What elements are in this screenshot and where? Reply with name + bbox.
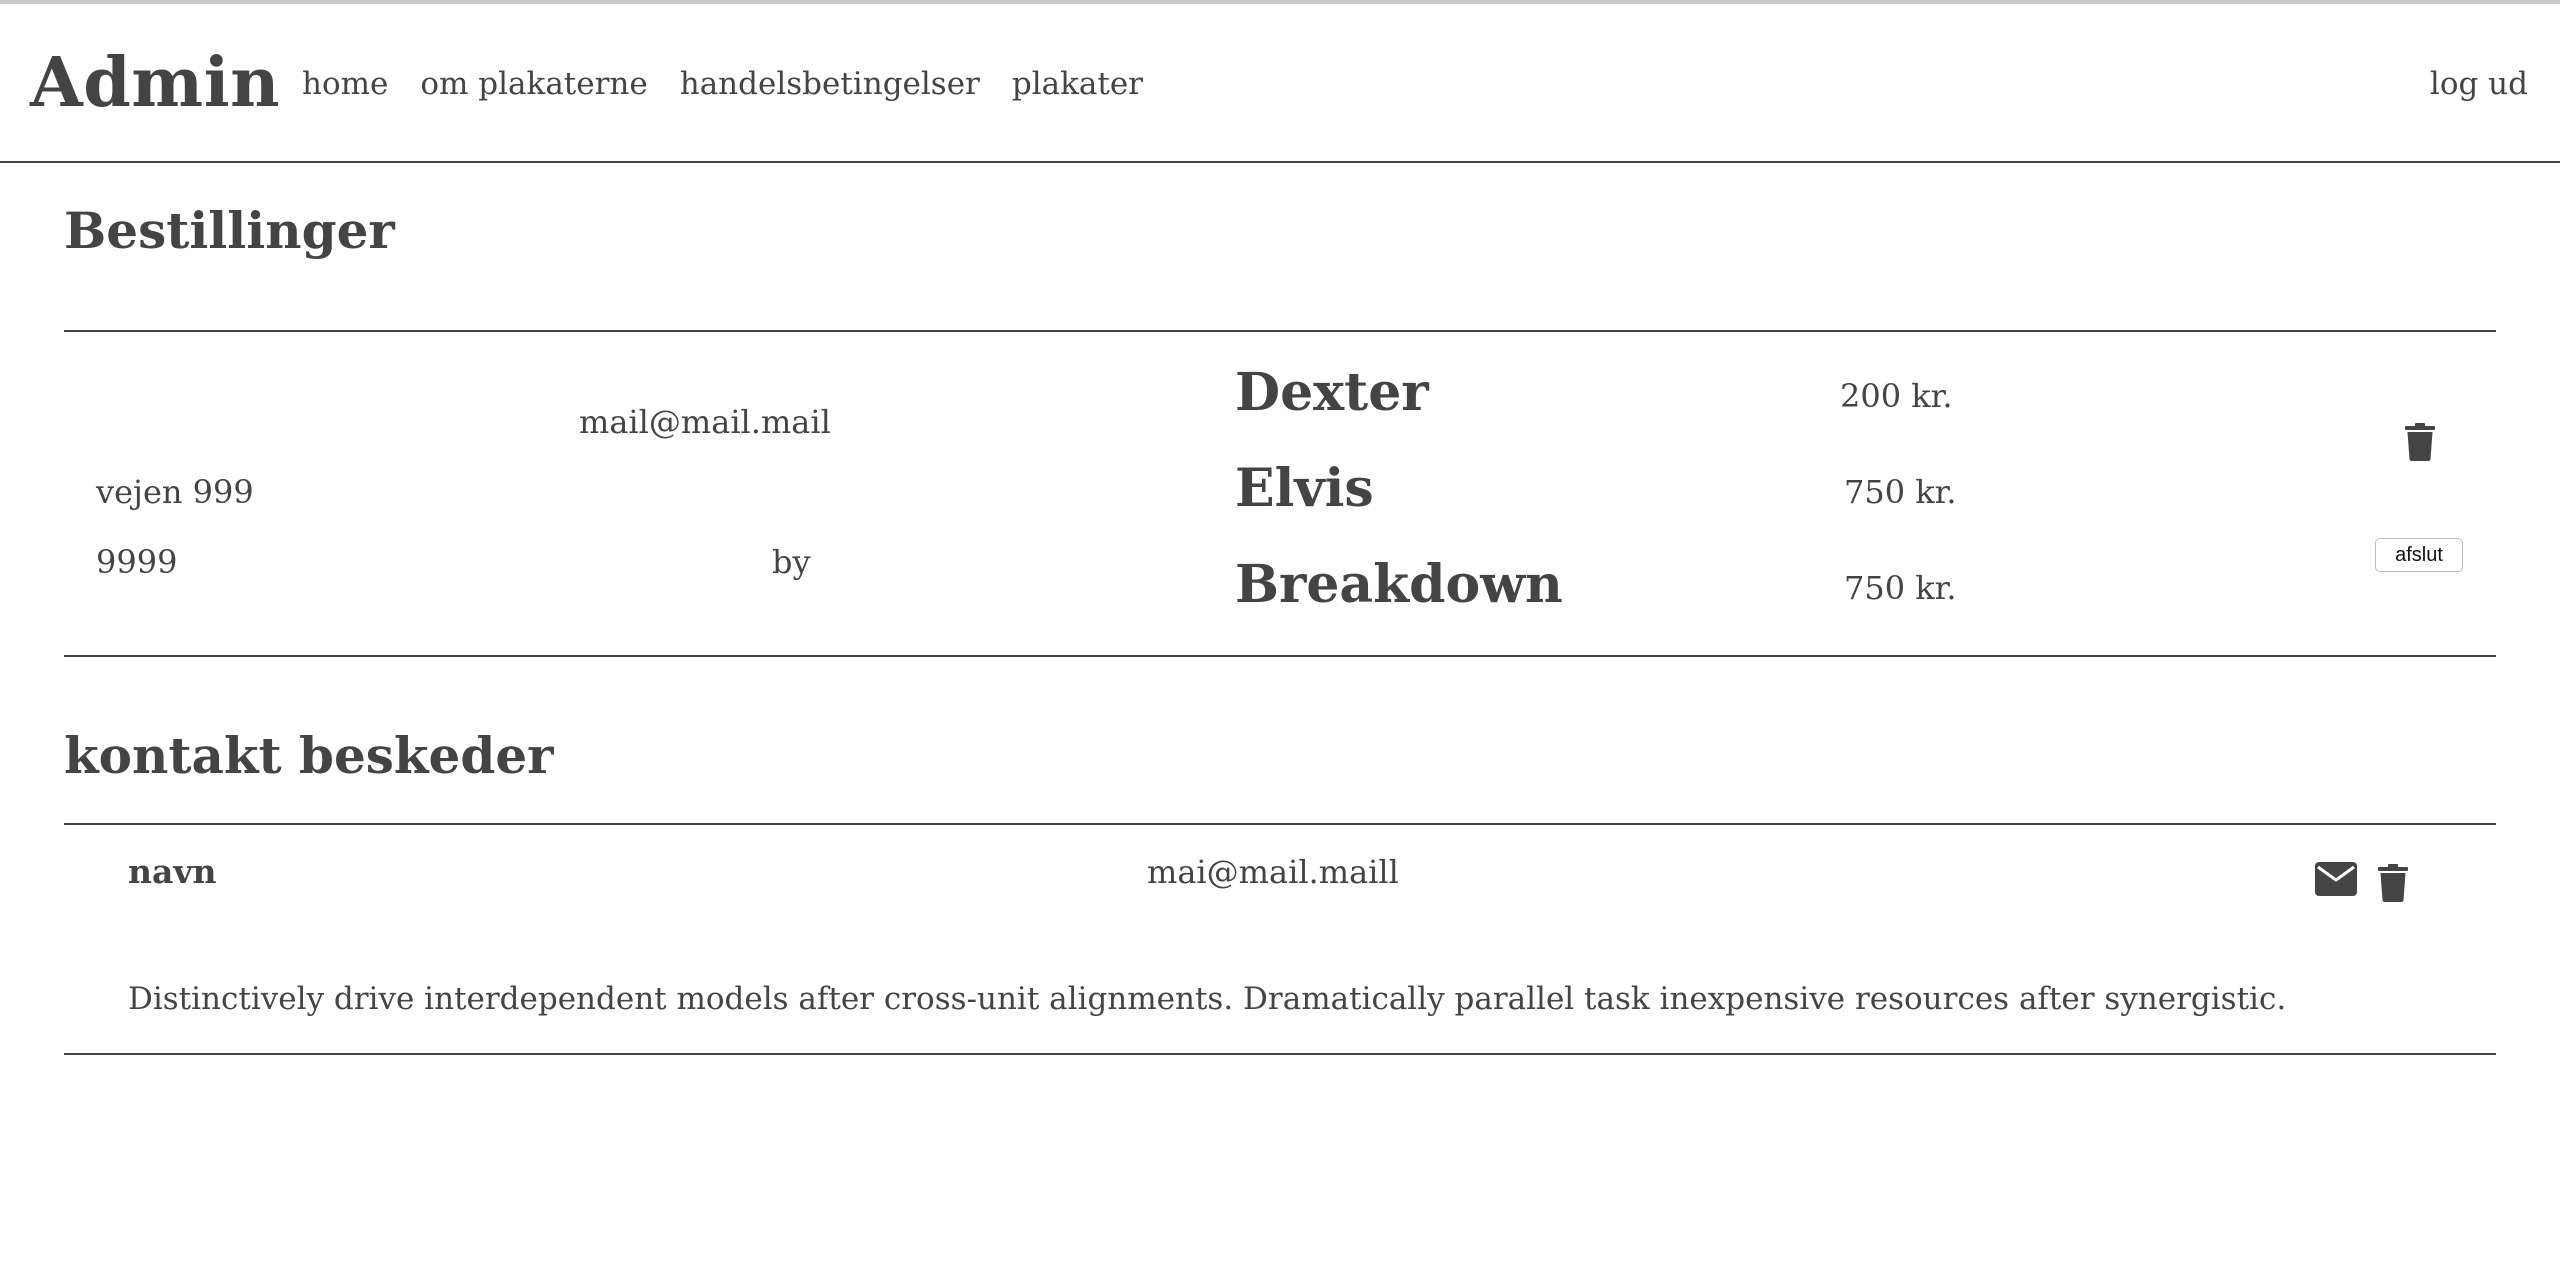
reply-message-button[interactable] <box>2313 861 2359 897</box>
order-product-name: Dexter <box>1235 362 1429 423</box>
complete-order-button[interactable]: afslut <box>2375 538 2463 572</box>
brand-title: Admin <box>30 43 281 123</box>
envelope-icon <box>2315 862 2357 896</box>
messages-bottom-divider <box>64 1053 2496 1055</box>
order-product-price: 750 kr. <box>1844 569 1957 607</box>
order-product-name: Elvis <box>1235 458 1374 519</box>
message-sender-name: navn <box>128 852 217 891</box>
order-product-price: 750 kr. <box>1844 473 1957 511</box>
order-product-name: Breakdown <box>1235 554 1563 615</box>
nav-handelsbetingelser-link[interactable]: handelsbetingelser <box>680 64 980 104</box>
order-customer-address: vejen 999 <box>96 473 254 511</box>
orders-bottom-divider <box>64 655 2496 657</box>
orders-heading: Bestillinger <box>64 201 395 260</box>
admin-header: Admin home om plakaterne handelsbetingel… <box>0 4 2560 163</box>
order-row: mail@mail.mail vejen 999 9999 by Dexter … <box>64 332 2496 656</box>
order-customer-zip: 9999 <box>96 543 178 581</box>
main-nav: home om plakaterne handelsbetingelser pl… <box>302 64 1143 104</box>
message-sender-email: mai@mail.maill <box>1147 853 1399 891</box>
logout-link[interactable]: log ud <box>2430 64 2528 104</box>
nav-plakater-link[interactable]: plakater <box>1012 64 1143 104</box>
nav-home-link[interactable]: home <box>302 64 388 104</box>
order-customer-city: by <box>772 543 811 581</box>
delete-order-button[interactable] <box>2400 420 2440 464</box>
messages-heading: kontakt beskeder <box>64 726 554 785</box>
order-customer-email: mail@mail.mail <box>579 403 831 441</box>
trash-icon <box>2405 423 2435 461</box>
message-body: Distinctively drive interdependent model… <box>128 981 2287 1017</box>
message-item: navn mai@mail.maill Distinctively drive … <box>64 825 2496 1055</box>
trash-icon <box>2378 864 2408 902</box>
order-product-price: 200 kr. <box>1840 377 1953 415</box>
nav-om-plakaterne-link[interactable]: om plakaterne <box>420 64 647 104</box>
delete-message-button[interactable] <box>2374 863 2412 903</box>
